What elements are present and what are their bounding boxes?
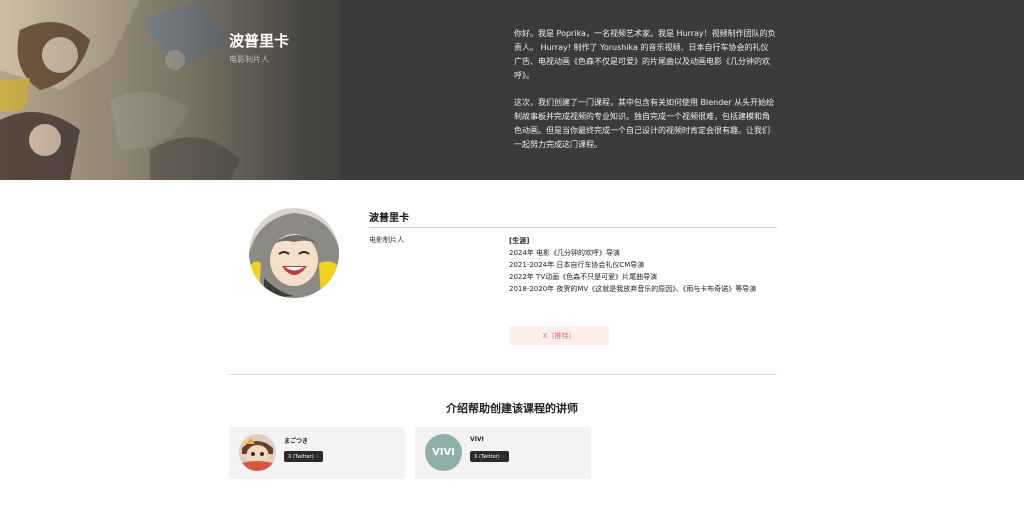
profile-avatar (249, 208, 339, 298)
x-twitter-button[interactable]: X（推特） (509, 326, 609, 345)
hero-overlay (0, 0, 1024, 180)
career-item: 2022年 TV动画《色森不只是可爱》片尾曲导演 (509, 273, 658, 281)
profile-avatar-illustration (249, 208, 339, 298)
instructors-title: 介绍帮助创建该课程的讲师 (446, 402, 578, 415)
instructor-name: VIVI (470, 436, 484, 443)
career-list: [生涯] 2024年 电影《几分钟的欢呼》导演 2021-2024年 日本自行车… (509, 235, 777, 295)
instructor-x-label: X (Twitter) (288, 453, 314, 460)
bio-paragraph-2: 这次，我们创建了一门课程，其中包含有关如何使用 Blender 从头开始绘制故事… (514, 98, 775, 149)
chevron-right-icon: › (316, 453, 319, 460)
instructor-avatar (239, 434, 276, 471)
instructor-card: VIVI VIVI X (Twitter) › (415, 427, 591, 479)
instructor-card: まごつき X (Twitter) › (229, 427, 405, 479)
hero-bio: 你好。我是 Poprika，一名视频艺术家。我是 Hurray！视频制作团队的负… (514, 27, 776, 152)
instructor-name: まごつき (284, 438, 309, 445)
chevron-right-icon: › (502, 453, 505, 460)
career-item: 2024年 电影《几分钟的欢呼》导演 (509, 249, 621, 257)
career-item: 2018-2020年 夜贺的MV《这就是我放弃音乐的原因》、《雨与卡布奇诺》等导… (509, 285, 757, 293)
career-heading: [生涯] (509, 237, 530, 245)
hero-banner: 波普里卡 电影制片人 你好。我是 Poprika，一名视频艺术家。我是 Hurr… (0, 0, 1024, 180)
career-item: 2021-2024年 日本自行车协会礼仪CM导演 (509, 261, 645, 269)
instructor-x-link[interactable]: X (Twitter) › (470, 451, 509, 462)
hero-name: 波普里卡 (229, 32, 290, 50)
hero-role: 电影制片人 (229, 55, 269, 64)
instructor-avatar: VIVI (425, 434, 462, 471)
profile-role: 电影制片人 (369, 236, 404, 244)
instructor-x-label: X (Twitter) (474, 453, 500, 460)
bio-paragraph-1: 你好。我是 Poprika，一名视频艺术家。我是 Hurray！视频制作团队的负… (514, 29, 776, 80)
section-divider (229, 374, 777, 375)
profile-name: 波普里卡 (369, 213, 409, 224)
profile-divider (369, 227, 777, 228)
instructor-x-link[interactable]: X (Twitter) › (284, 451, 323, 462)
instructor-avatar-illustration (239, 434, 276, 471)
